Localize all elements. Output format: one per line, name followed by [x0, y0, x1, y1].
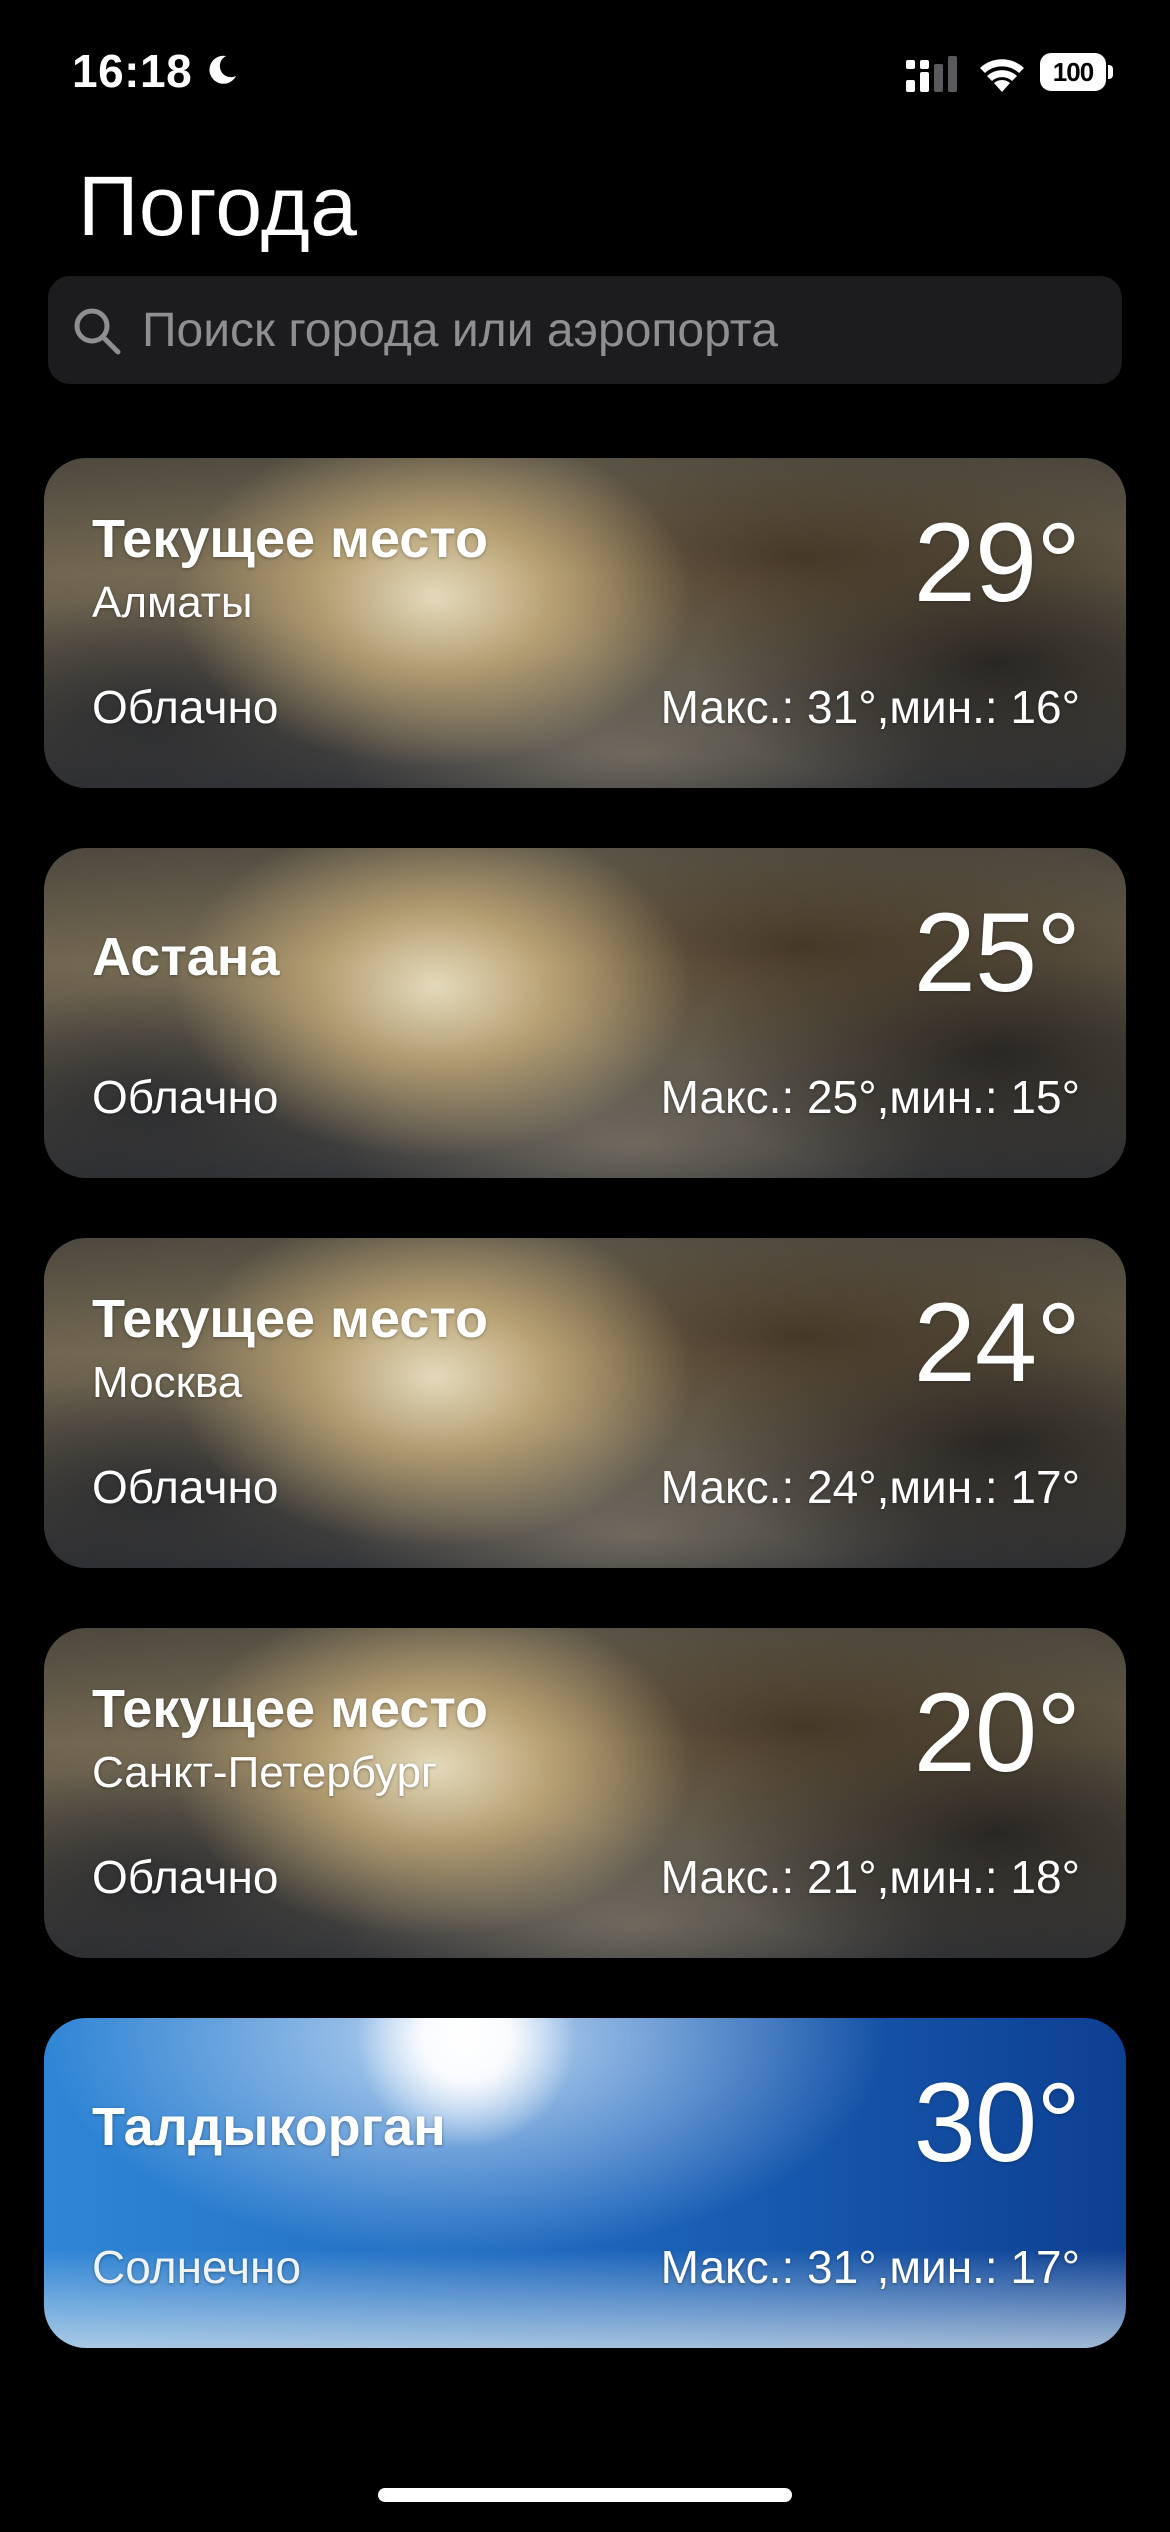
cellular-signal-icon — [906, 56, 957, 92]
location-temp-range: Макс.: 25°,мин.: 15° — [660, 1071, 1080, 1123]
status-time: 16:18 — [72, 45, 193, 97]
location-title: Текущее место — [92, 1679, 489, 1739]
location-title: Астана — [92, 927, 280, 987]
battery-level: 100 — [1040, 53, 1106, 91]
weather-app: 16:18 100 Погода Поиск города или аэропо… — [0, 0, 1170, 2532]
wifi-icon — [980, 59, 1024, 92]
location-temp-range: Макс.: 31°,мин.: 16° — [660, 681, 1080, 733]
battery-icon: 100 — [1040, 53, 1114, 91]
location-temperature: 20° — [913, 1670, 1081, 1795]
location-condition: Облачно — [92, 681, 279, 733]
location-temp-range: Макс.: 31°,мин.: 17° — [660, 2241, 1080, 2293]
search-input[interactable] — [142, 276, 1102, 384]
location-card-taldykorgan[interactable]: Талдыкорган 30° Солнечно Макс.: 31°,мин.… — [44, 2018, 1126, 2348]
location-temperature: 29° — [913, 500, 1081, 625]
location-city: Алматы — [92, 578, 253, 627]
location-temperature: 30° — [913, 2060, 1081, 2185]
location-temperature: 24° — [913, 1280, 1081, 1405]
location-card-moscow[interactable]: Текущее место Москва 24° Облачно Макс.: … — [44, 1238, 1126, 1568]
location-temp-range: Макс.: 21°,мин.: 18° — [660, 1851, 1080, 1903]
location-city: Москва — [92, 1358, 243, 1407]
location-title: Талдыкорган — [92, 2097, 446, 2157]
location-card-saint-petersburg[interactable]: Текущее место Санкт-Петербург 20° Облачн… — [44, 1628, 1126, 1958]
moon-icon — [209, 55, 236, 84]
location-card-astana[interactable]: Астана 25° Облачно Макс.: 25°,мин.: 15° — [44, 848, 1126, 1178]
location-condition: Облачно — [92, 1461, 279, 1513]
location-temp-range: Макс.: 24°,мин.: 17° — [660, 1461, 1080, 1513]
location-city: Санкт-Петербург — [92, 1748, 438, 1797]
location-card-almaty[interactable]: Текущее место Алматы 29° Облачно Макс.: … — [44, 458, 1126, 788]
battery-cap — [1108, 65, 1113, 79]
home-indicator[interactable] — [378, 2488, 792, 2502]
page-title: Погода — [78, 159, 358, 253]
search-bar[interactable] — [48, 276, 1122, 384]
location-title: Текущее место — [92, 1289, 489, 1349]
location-temperature: 25° — [913, 890, 1081, 1015]
location-condition: Облачно — [92, 1071, 279, 1123]
location-title: Текущее место — [92, 509, 489, 569]
location-condition: Солнечно — [92, 2241, 302, 2293]
status-bar: 16:18 100 — [0, 0, 1170, 150]
location-condition: Облачно — [92, 1851, 279, 1903]
search-icon — [74, 308, 121, 355]
